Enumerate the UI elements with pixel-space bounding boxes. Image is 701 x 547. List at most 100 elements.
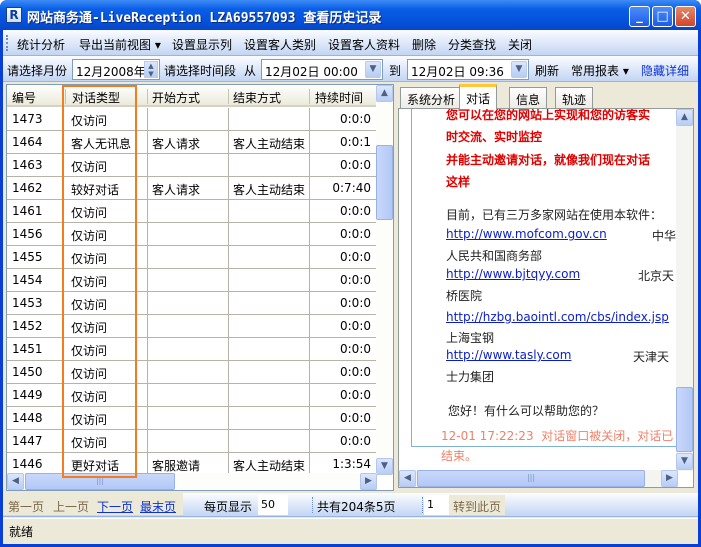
next-page-link[interactable]: 下一页 — [97, 498, 133, 515]
table-row[interactable]: 1456 仅访问 0:0:0 — [7, 223, 377, 246]
table-row[interactable]: 1448 仅访问 0:0:0 — [7, 407, 377, 430]
column-divider[interactable] — [65, 89, 66, 104]
tab-system-analysis[interactable]: 系统分析 — [400, 87, 463, 108]
cell-duration: 0:0:0 — [340, 411, 371, 425]
from-time-picker[interactable]: 12月02日 00:00 ▼ — [261, 59, 383, 80]
menu-set-guest-category[interactable]: 设置客人类别 — [244, 36, 316, 53]
table-row[interactable]: 1473 仅访问 0:0:0 — [7, 108, 377, 131]
spin-updown-icon[interactable]: ▲ ▼ — [144, 61, 158, 78]
cell-type: 仅访问 — [71, 252, 108, 266]
scroll-thumb[interactable] — [676, 387, 693, 452]
common-reports-dropdown[interactable]: 常用报表 ▾ — [571, 62, 629, 79]
chat-transcript[interactable]: 您可以在您的网站上实现和您的访客实 时交流、实时监控 并能主动邀请对话，就像我们… — [399, 109, 678, 471]
table-row[interactable]: 1449 仅访问 0:0:0 — [7, 384, 377, 407]
chat-horizontal-scrollbar[interactable]: ◀ ||| ▶ — [399, 470, 678, 487]
scroll-down-icon[interactable]: ▼ — [376, 458, 393, 475]
table-row[interactable]: 1450 仅访问 0:0:0 — [7, 361, 377, 384]
cell-type: 仅访问 — [71, 298, 108, 312]
column-divider[interactable] — [228, 89, 229, 104]
month-value: 12月2008年 — [76, 65, 146, 79]
hide-details-link[interactable]: 隐藏详细 — [641, 62, 689, 79]
minimize-button[interactable]: _ — [629, 6, 650, 27]
cell-duration: 0:7:40 — [332, 181, 371, 195]
month-spinner[interactable]: 12月2008年 ▲ ▼ — [72, 59, 160, 80]
scroll-thumb[interactable]: ||| — [25, 473, 175, 490]
pager-bar: 第一页 上一页 下一页 最末页 每页显示 50 共有204条5页 1 转到此页 — [3, 493, 698, 517]
menu-set-columns[interactable]: 设置显示列 — [172, 36, 232, 53]
column-header-id[interactable]: 编号 — [12, 89, 36, 106]
cell-duration: 0:0:0 — [340, 388, 371, 402]
maximize-button[interactable]: □ — [652, 6, 673, 27]
per-page-input[interactable]: 50 — [258, 495, 288, 515]
table-row[interactable]: 1463 仅访问 0:0:0 — [7, 154, 377, 177]
table-row[interactable]: 1455 仅访问 0:0:0 — [7, 246, 377, 269]
close-button[interactable]: ✕ — [675, 6, 696, 27]
toolbar-grip-icon[interactable] — [6, 35, 9, 51]
scroll-down-icon[interactable]: ▼ — [676, 453, 693, 470]
scroll-left-icon[interactable]: ◀ — [7, 473, 24, 490]
site-link[interactable]: http://www.mofcom.gov.cn — [446, 227, 607, 241]
site-link[interactable]: http://www.tasly.com — [446, 348, 571, 362]
table-row[interactable]: 1452 仅访问 0:0:0 — [7, 315, 377, 338]
per-page-label: 每页显示 — [204, 500, 253, 514]
menu-delete[interactable]: 删除 — [412, 36, 436, 53]
scroll-up-icon[interactable]: ▲ — [676, 109, 693, 126]
menu-set-guest-info[interactable]: 设置客人资料 — [328, 36, 400, 53]
status-text: 就绪 — [9, 525, 34, 539]
menu-category-search[interactable]: 分类查找 — [448, 36, 496, 53]
scroll-left-icon[interactable]: ◀ — [399, 470, 416, 487]
site-link[interactable]: http://hzbg.baointl.com/cbs/index.jsp — [446, 310, 669, 324]
column-header-type[interactable]: 对话类型 — [72, 89, 120, 106]
page-number-input[interactable]: 1 — [424, 495, 449, 515]
column-header-end[interactable]: 结束方式 — [233, 89, 281, 106]
last-page-link[interactable]: 最末页 — [140, 498, 176, 515]
horizontal-scrollbar[interactable]: ◀ ||| ▶ — [7, 473, 377, 490]
refresh-button[interactable]: 刷新 — [535, 62, 559, 79]
cell-duration: 0:0:0 — [340, 112, 371, 126]
prev-page-button[interactable]: 上一页 — [53, 498, 89, 515]
column-divider[interactable] — [147, 89, 148, 104]
scroll-right-icon[interactable]: ▶ — [661, 470, 678, 487]
scroll-up-icon[interactable]: ▲ — [376, 85, 393, 102]
site-link[interactable]: http://www.bjtqyy.com — [446, 267, 580, 281]
from-label: 从 — [244, 64, 257, 78]
table-row[interactable]: 1461 仅访问 0:0:0 — [7, 200, 377, 223]
menu-close[interactable]: 关闭 — [508, 36, 532, 53]
vertical-scrollbar[interactable]: ▲ ▼ — [376, 85, 393, 475]
column-header-start[interactable]: 开始方式 — [152, 89, 200, 106]
cell-id: 1473 — [12, 112, 43, 126]
cell-duration: 0:0:0 — [340, 319, 371, 333]
menu-export-view[interactable]: 导出当前视图 ▾ — [79, 36, 161, 53]
cell-type: 仅访问 — [71, 344, 108, 358]
window-title: 网站商务通-LiveReception LZA69557093 查看历史记录 — [27, 11, 382, 26]
table-row[interactable]: 1462 较好对话 客人请求 客人主动结束 0:7:40 — [7, 177, 377, 200]
scroll-right-icon[interactable]: ▶ — [360, 473, 377, 490]
tab-track[interactable]: 轨迹 — [555, 87, 594, 108]
table-row[interactable]: 1453 仅访问 0:0:0 — [7, 292, 377, 315]
cell-id: 1463 — [12, 158, 43, 172]
chevron-down-icon[interactable]: ▼ — [511, 61, 527, 78]
title-bar[interactable]: R 网站商务通-LiveReception LZA69557093 查看历史记录… — [0, 0, 701, 30]
table-row[interactable]: 1454 仅访问 0:0:0 — [7, 269, 377, 292]
month-label: 请选择月份 — [7, 64, 68, 78]
goto-page-button[interactable]: 转到此页 — [449, 495, 506, 515]
scroll-thumb[interactable] — [376, 145, 393, 220]
column-divider[interactable] — [309, 89, 310, 104]
chat-vertical-scrollbar[interactable]: ▲ ▼ — [676, 109, 693, 471]
first-page-button[interactable]: 第一页 — [8, 498, 44, 515]
chevron-down-icon[interactable]: ▼ — [365, 61, 381, 78]
cell-duration: 0:0:0 — [340, 365, 371, 379]
cell-duration: 0:0:0 — [340, 296, 371, 310]
tab-info[interactable]: 信息 — [509, 87, 548, 108]
scroll-thumb[interactable]: ||| — [417, 470, 645, 487]
history-grid: 编号 对话类型 开始方式 结束方式 持续时间 1473 仅访问 0:0:0 1464 客… — [6, 84, 394, 491]
site-name: 士力集团 — [446, 370, 495, 384]
column-header-duration[interactable]: 持续时间 — [315, 89, 363, 106]
table-row[interactable]: 1464 客人无讯息 客人请求 客人主动结束 0:0:1 — [7, 131, 377, 154]
tab-conversation[interactable]: 对话 — [459, 84, 498, 109]
site-name: 上海宝钢 — [446, 331, 495, 345]
table-row[interactable]: 1451 仅访问 0:0:0 — [7, 338, 377, 361]
menu-stats-analysis[interactable]: 统计分析 — [17, 36, 65, 53]
to-time-picker[interactable]: 12月02日 09:36 ▼ — [407, 59, 529, 80]
table-row[interactable]: 1447 仅访问 0:0:0 — [7, 430, 377, 453]
